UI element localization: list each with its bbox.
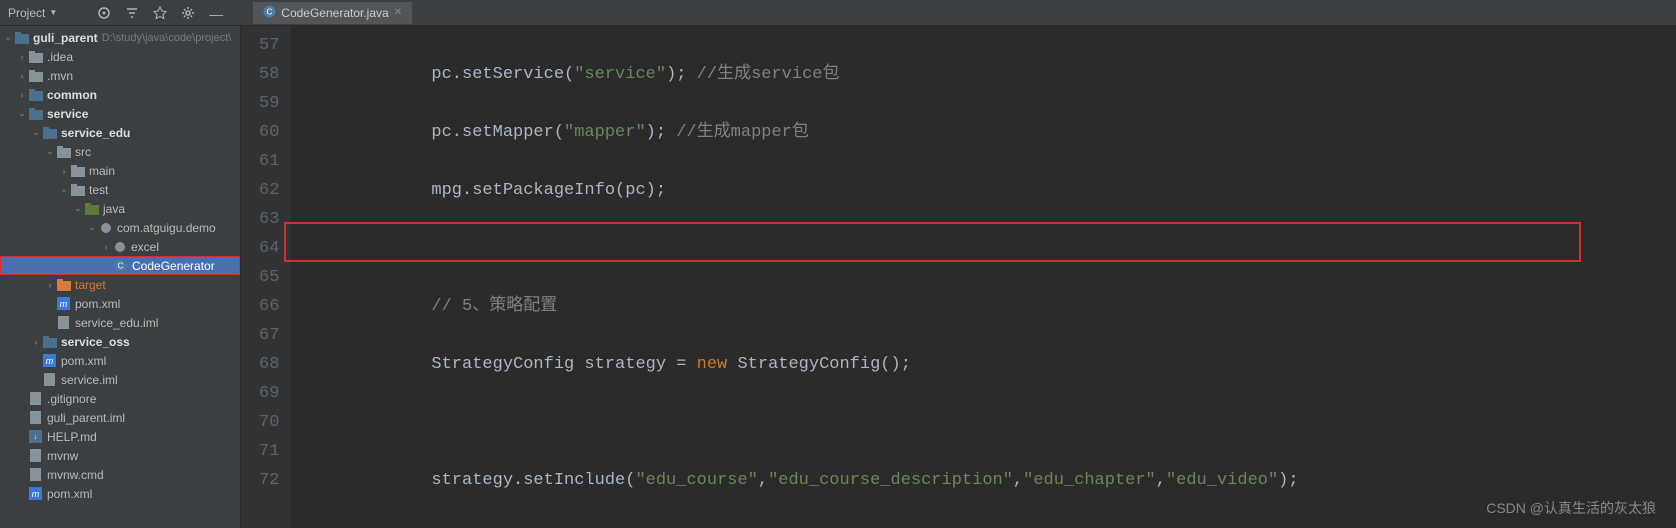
tree-item[interactable]: java	[103, 202, 125, 216]
main-area: ⌄guli_parentD:\study\java\code\project\ …	[0, 26, 1676, 528]
code-area[interactable]: pc.setService("service"); //生成service包 p…	[291, 26, 1322, 528]
tab-label: CodeGenerator.java	[281, 6, 388, 20]
file-icon	[42, 373, 57, 386]
folder-icon	[28, 69, 43, 82]
tree-item[interactable]: service	[47, 107, 88, 121]
collapse-icon[interactable]: —	[209, 6, 223, 20]
java-class-icon: C	[263, 5, 276, 21]
folder-icon	[56, 145, 71, 158]
svg-text:m: m	[46, 356, 54, 366]
toolbar-icons: —	[97, 6, 223, 20]
svg-text:C: C	[118, 262, 124, 271]
folder-icon	[70, 183, 85, 196]
module-icon	[28, 107, 43, 120]
code-editor[interactable]: 57585960616263646566676869707172 pc.setS…	[241, 26, 1676, 528]
svg-text:m: m	[32, 489, 40, 499]
tree-item[interactable]: guli_parent.iml	[47, 411, 125, 425]
close-icon[interactable]: ✕	[394, 7, 402, 18]
tree-item[interactable]: common	[47, 88, 97, 102]
tree-item[interactable]: service.iml	[61, 373, 118, 387]
package-icon	[112, 240, 127, 253]
project-tree[interactable]: ⌄guli_parentD:\study\java\code\project\ …	[0, 26, 241, 528]
excluded-folder-icon	[56, 278, 71, 291]
tree-item[interactable]: .idea	[47, 50, 73, 64]
project-dropdown[interactable]: Project ▼	[8, 6, 57, 20]
file-icon	[28, 411, 43, 424]
root-path: D:\study\java\code\project\	[102, 32, 232, 44]
tree-item[interactable]: .gitignore	[47, 392, 96, 406]
tree-item[interactable]: excel	[131, 240, 159, 254]
tree-item[interactable]: main	[89, 164, 115, 178]
file-icon	[28, 468, 43, 481]
java-class-icon: C	[113, 259, 128, 272]
file-icon	[56, 316, 71, 329]
module-icon	[14, 31, 29, 44]
tree-item[interactable]: pom.xml	[47, 487, 92, 501]
maven-icon: m	[56, 297, 71, 310]
module-icon	[42, 126, 57, 139]
sort-icon[interactable]	[125, 6, 139, 20]
tree-item[interactable]: com.atguigu.demo	[117, 221, 216, 235]
file-tab[interactable]: C CodeGenerator.java ✕	[253, 2, 412, 24]
file-icon	[28, 392, 43, 405]
svg-text:m: m	[60, 299, 68, 309]
md-icon: ↓	[28, 430, 43, 443]
dropdown-arrow-icon: ▼	[49, 8, 57, 17]
folder-icon	[28, 50, 43, 63]
watermark: CSDN @认真生活的灰太狼	[1486, 494, 1656, 523]
svg-text:C: C	[267, 7, 273, 16]
test-folder-icon	[84, 202, 99, 215]
tree-item[interactable]: pom.xml	[61, 354, 106, 368]
project-label: Project	[8, 6, 45, 20]
maven-icon: m	[28, 487, 43, 500]
folder-icon	[70, 164, 85, 177]
module-icon	[42, 335, 57, 348]
tree-item-codegen[interactable]: CodeGenerator	[132, 259, 215, 273]
tree-item[interactable]: test	[89, 183, 108, 197]
tree-item[interactable]: mvnw	[47, 449, 78, 463]
line-gutter: 57585960616263646566676869707172	[241, 26, 291, 528]
maven-icon: m	[42, 354, 57, 367]
tree-item[interactable]: src	[75, 145, 91, 159]
tree-item[interactable]: .mvn	[47, 69, 73, 83]
tree-item[interactable]: pom.xml	[75, 297, 120, 311]
package-icon	[98, 221, 113, 234]
tab-bar: C CodeGenerator.java ✕	[253, 2, 412, 24]
gear-icon[interactable]	[181, 6, 195, 20]
star-icon[interactable]	[153, 6, 167, 20]
tree-item[interactable]: service_edu	[61, 126, 130, 140]
svg-text:↓: ↓	[34, 434, 38, 441]
target-icon[interactable]	[97, 6, 111, 20]
file-icon	[28, 449, 43, 462]
top-bar: Project ▼ — C CodeGenerator.java ✕	[0, 0, 1676, 26]
tree-item[interactable]: HELP.md	[47, 430, 97, 444]
module-icon	[28, 88, 43, 101]
tree-item[interactable]: target	[75, 278, 106, 292]
root-node[interactable]: guli_parent	[33, 31, 98, 45]
tree-item[interactable]: service_edu.iml	[75, 316, 158, 330]
tree-item[interactable]: mvnw.cmd	[47, 468, 104, 482]
tree-item[interactable]: service_oss	[61, 335, 130, 349]
